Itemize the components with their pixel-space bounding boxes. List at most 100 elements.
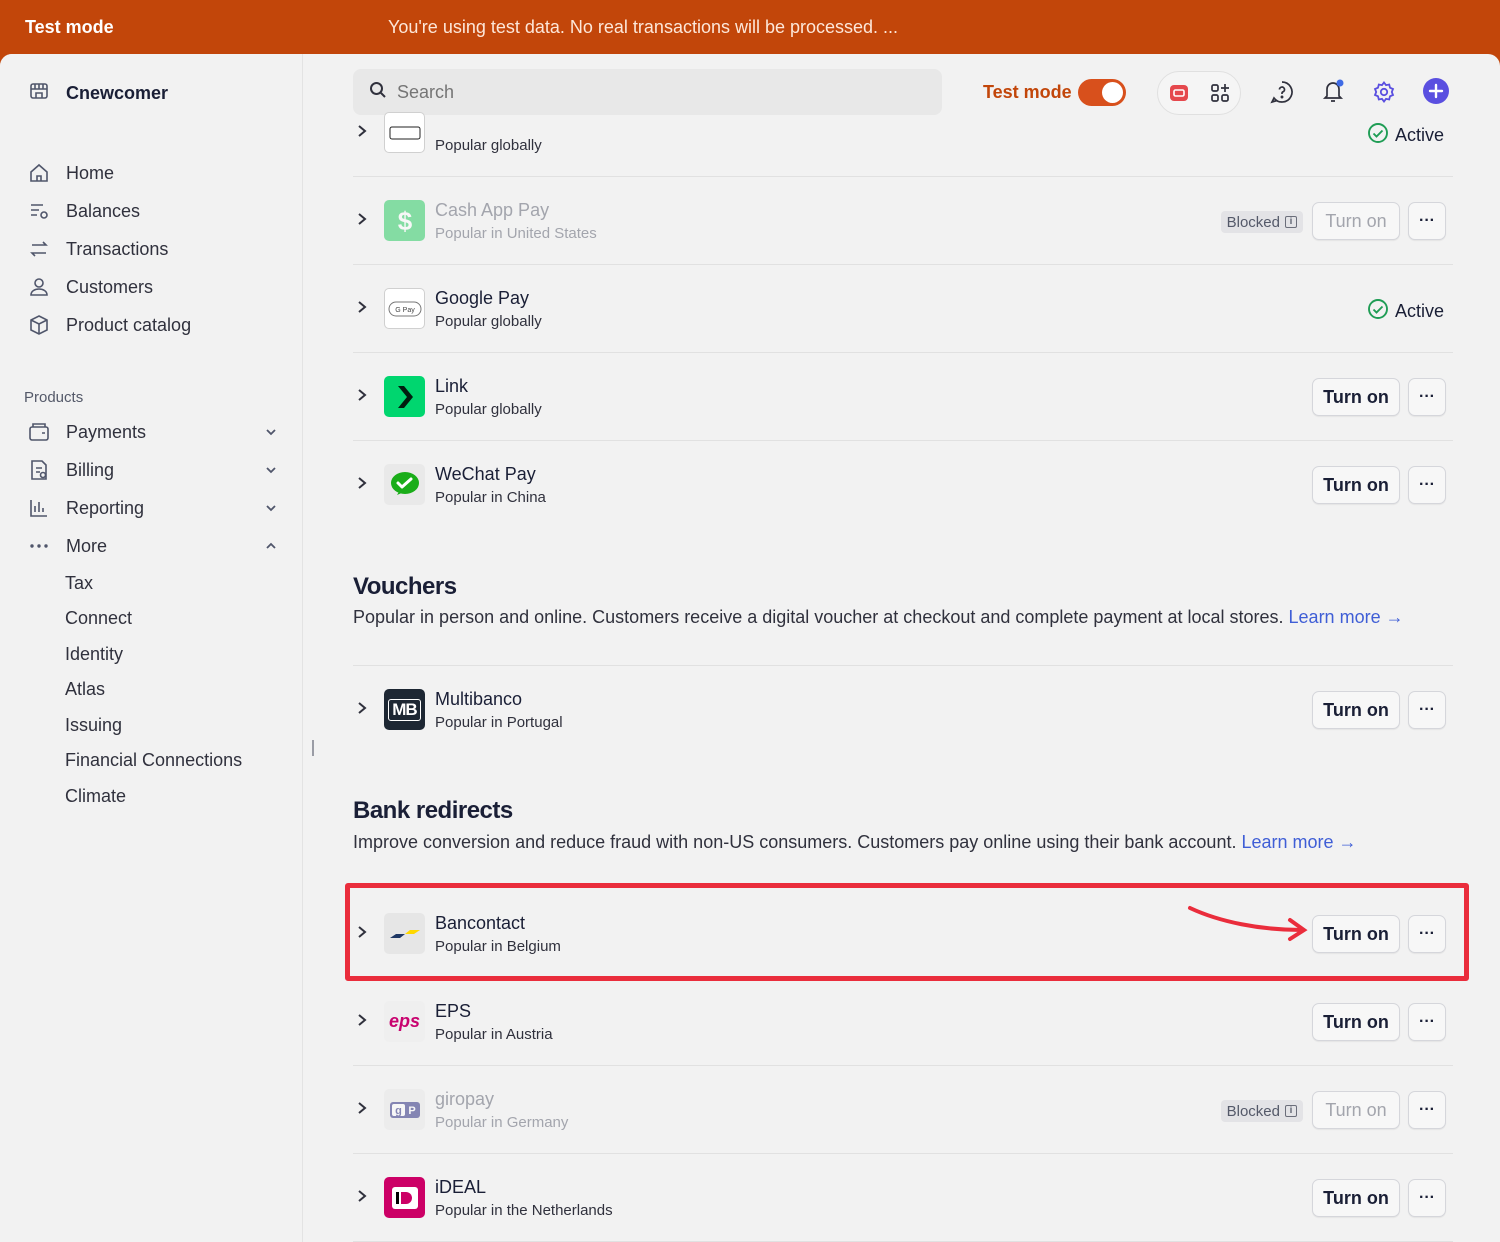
turn-on-button[interactable]: Turn on (1312, 691, 1400, 729)
sidebar-subitem-atlas[interactable]: Atlas (65, 679, 105, 700)
link-logo (384, 376, 425, 417)
turn-on-button[interactable]: Turn on (1312, 1091, 1400, 1129)
sidebar-item-balances[interactable]: Balances (28, 196, 278, 226)
product-catalog-icon (28, 314, 50, 336)
bank-redirects-learn-more-link[interactable]: Learn more → (1241, 832, 1356, 852)
sidebar-item-label: Payments (66, 421, 147, 442)
apple-pay-logo (384, 112, 425, 153)
home-icon (28, 162, 50, 184)
more-options-button[interactable]: ··· (1408, 691, 1446, 729)
sidebar-subitem-financial-connections[interactable]: Financial Connections (65, 750, 242, 771)
sidebar-item-more[interactable]: More (28, 531, 278, 561)
sidebar-subitem-identity[interactable]: Identity (65, 644, 123, 665)
payment-method-row-giropay[interactable]: gP giropay Popular in Germany Blocked i T… (353, 1066, 1453, 1154)
account-name: Cnewcomer (66, 83, 169, 103)
payment-method-description: Popular in the Netherlands (435, 1202, 613, 1219)
chevron-right-icon[interactable] (355, 210, 371, 230)
chevron-down-icon[interactable] (264, 461, 278, 482)
payment-method-description: Popular globally (435, 313, 542, 330)
sidebar-subitem-connect[interactable]: Connect (65, 608, 132, 629)
payment-method-name: EPS (435, 1001, 472, 1021)
more-options-button[interactable]: ··· (1408, 202, 1446, 240)
cash-app-logo: $ (384, 200, 425, 241)
more-dots-icon (28, 535, 50, 557)
turn-on-button[interactable]: Turn on (1312, 1179, 1400, 1217)
payment-method-row-eps[interactable]: eps EPS Popular in Austria Turn on ··· (353, 978, 1453, 1066)
svg-text:P: P (408, 1105, 415, 1117)
balances-icon (28, 200, 50, 222)
turn-on-button[interactable]: Turn on (1312, 202, 1400, 240)
payment-method-row-ideal[interactable]: iDEAL Popular in the Netherlands Turn on… (353, 1154, 1453, 1242)
payment-method-row-multibanco[interactable]: MB Multibanco Popular in Portugal Turn o… (353, 666, 1453, 754)
chevron-down-icon[interactable] (264, 499, 278, 520)
sidebar-item-label: Billing (66, 459, 115, 480)
more-options-button[interactable]: ··· (1408, 1003, 1446, 1041)
payment-method-name: iDEAL (435, 1177, 487, 1197)
bank-redirects-section-title: Bank redirects (353, 797, 513, 824)
more-options-button[interactable]: ··· (1408, 1091, 1446, 1129)
sidebar-item-product-catalog[interactable]: Product catalog (28, 310, 278, 340)
chevron-right-icon[interactable] (355, 1099, 371, 1119)
turn-on-button[interactable]: Turn on (1312, 378, 1400, 416)
chevron-right-icon[interactable] (355, 474, 371, 494)
more-options-button[interactable]: ··· (1408, 466, 1446, 504)
sidebar-subitem-climate[interactable]: Climate (65, 786, 126, 807)
status-badge-blocked[interactable]: Blocked i (1220, 1100, 1303, 1122)
reporting-icon (28, 497, 50, 519)
chevron-right-icon[interactable] (355, 1187, 371, 1207)
payment-method-name: WeChat Pay (435, 464, 536, 484)
turn-on-button[interactable]: Turn on (1312, 1003, 1400, 1041)
multibanco-logo: MB (384, 689, 425, 730)
sidebar-item-label: More (66, 535, 108, 556)
payment-method-description: Popular in China (435, 489, 546, 506)
payment-method-row-cash-app-pay[interactable]: $ Cash App Pay Popular in United States … (353, 177, 1453, 265)
payment-method-row-link[interactable]: Link Popular globally Turn on ··· (353, 353, 1453, 441)
sidebar-item-transactions[interactable]: Transactions (28, 234, 278, 264)
sidebar-subitem-issuing[interactable]: Issuing (65, 715, 122, 736)
chevron-right-icon[interactable] (355, 1011, 371, 1031)
sidebar-item-reporting[interactable]: Reporting (28, 493, 278, 523)
chevron-down-icon[interactable] (264, 423, 278, 444)
banner-message[interactable]: You're using test data. No real transact… (388, 17, 898, 38)
vouchers-learn-more-link[interactable]: Learn more → (1289, 607, 1404, 627)
chevron-right-icon[interactable] (355, 122, 371, 142)
chevron-right-icon[interactable] (355, 386, 371, 406)
sidebar-item-home[interactable]: Home (28, 158, 278, 188)
sidebar-item-label: Transactions (66, 238, 169, 259)
test-mode-banner: Test mode You're using test data. No rea… (0, 0, 1500, 54)
ideal-logo (384, 1177, 425, 1218)
sidebar-item-billing[interactable]: Billing (28, 455, 278, 485)
payment-method-description: Popular globally (435, 401, 542, 418)
bank-redirects-section-description: Improve conversion and reduce fraud with… (353, 832, 1357, 852)
payment-method-row-google-pay[interactable]: G Pay Google Pay Popular globally Active (353, 265, 1453, 353)
svg-text:g: g (395, 1105, 402, 1117)
payment-method-description: Popular in Germany (435, 1114, 569, 1131)
banner-title: Test mode (25, 17, 114, 37)
payment-method-row-wechat-pay[interactable]: WeChat Pay Popular in China Turn on ··· (353, 441, 1453, 529)
eps-logo: eps (384, 1001, 425, 1042)
info-icon: i (1285, 1105, 1297, 1117)
sidebar-item-payments[interactable]: Payments (28, 417, 278, 447)
sidebar-item-customers[interactable]: Customers (28, 272, 278, 302)
payments-icon (28, 421, 50, 443)
payment-method-row-apple-pay[interactable]: Popular globally Active (353, 89, 1453, 177)
sidebar-item-label: Home (66, 162, 115, 183)
vouchers-section-title: Vouchers (353, 573, 457, 600)
more-options-button[interactable]: ··· (1408, 1179, 1446, 1217)
turn-on-button[interactable]: Turn on (1312, 466, 1400, 504)
status-badge-blocked[interactable]: Blocked i (1220, 211, 1303, 233)
sidebar-resize-handle[interactable] (312, 740, 314, 756)
payment-method-name: Cash App Pay (435, 200, 550, 220)
account-switcher[interactable]: Cnewcomer (28, 80, 168, 107)
chevron-right-icon[interactable] (355, 298, 371, 318)
sidebar-item-label: Reporting (66, 497, 145, 518)
payment-method-name: giropay (435, 1089, 495, 1109)
chevron-up-icon[interactable] (264, 537, 278, 558)
check-circle-icon (1367, 122, 1389, 149)
sidebar-subitem-tax[interactable]: Tax (65, 573, 93, 594)
chevron-right-icon[interactable] (355, 699, 371, 719)
more-options-button[interactable]: ··· (1408, 378, 1446, 416)
payment-method-description: Popular in Austria (435, 1026, 553, 1043)
payment-method-name: Link (435, 376, 469, 396)
billing-icon (28, 459, 50, 481)
